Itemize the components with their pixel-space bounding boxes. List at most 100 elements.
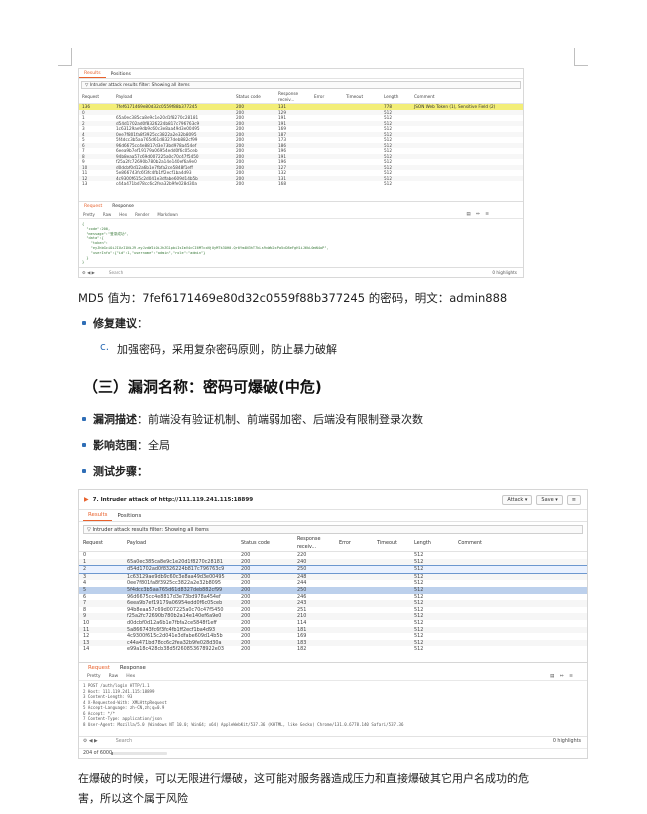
table-cell <box>373 646 410 653</box>
results-tabs: Results Positions <box>79 510 587 522</box>
table-row[interactable]: 7 6eea9b7ef19179a06954edd0f6c05ceb 200 243 5… <box>79 600 587 607</box>
column-header[interactable]: Response receiv... <box>293 535 335 552</box>
tab-response[interactable]: Response <box>107 204 139 209</box>
results-table-body: 0 200 220 512 1 65a0ec385ca8e9c1e20d1f8270c28… <box>79 552 587 653</box>
table-cell: 1 <box>79 558 123 566</box>
tab-hex[interactable]: Hex <box>122 674 139 679</box>
table-cell <box>373 565 410 574</box>
table-row[interactable]: 8 94b8eaa57c69d007225a0c70c47f5450 200 251 5… <box>79 607 587 614</box>
column-header[interactable]: Error <box>335 535 373 552</box>
column-header[interactable]: Comment <box>454 535 587 552</box>
collapse-arrow-icon[interactable]: ▶ <box>84 496 89 503</box>
results-table-header: Request Payload Status code Response receiv… <box>79 91 523 104</box>
table-cell <box>335 646 373 653</box>
table-row[interactable]: 13 c44a471bd78cc6c2fea32b9fe028d30a 200 168… <box>79 181 523 187</box>
tab-raw[interactable]: Raw <box>105 674 123 679</box>
column-header[interactable]: Response receiv... <box>275 91 311 104</box>
column-header[interactable]: Comment <box>411 91 523 104</box>
tab-results[interactable]: Results <box>83 512 113 521</box>
attack-button[interactable]: Attack ▾ <box>502 495 533 505</box>
results-filter-bar[interactable]: ▽ Intruder attack results filter: Showin… <box>83 525 583 534</box>
column-header[interactable]: Status code <box>233 91 275 104</box>
table-cell: c44a471bd78cc6c2fea32b9fe028d30a <box>116 181 197 186</box>
column-header[interactable]: Request <box>79 535 123 552</box>
column-header[interactable]: Payload <box>113 91 233 104</box>
tab-render[interactable]: Render <box>131 212 153 217</box>
table-cell: 200 <box>241 646 251 653</box>
column-header[interactable]: Status code <box>237 535 293 552</box>
column-header[interactable]: Length <box>381 91 411 104</box>
burp-results-screenshot-1: Results Positions ▽ Intruder attack resu… <box>78 68 524 278</box>
view-toggle-icons[interactable]: ▤ ⇔ ≡ <box>546 674 579 679</box>
tab-response[interactable]: Response <box>115 665 151 671</box>
results-filter-bar[interactable]: ▽ Intruder attack results filter: Showin… <box>81 81 521 89</box>
column-header[interactable]: Length <box>410 535 454 552</box>
table-row[interactable]: 6 96d6675cc4e8817d3e73bd978a454ef 200 246 51… <box>79 594 587 601</box>
table-cell: 512 <box>414 646 424 653</box>
footer-line-2: 害，所以这个属于风险 <box>78 792 188 805</box>
highlights-count: 0 highlights <box>552 739 581 744</box>
bullet-marker <box>82 321 86 325</box>
table-cell <box>454 552 587 559</box>
table-cell: 200 <box>241 593 251 600</box>
bullet-marker <box>82 443 86 447</box>
table-row[interactable]: 2 d54d1702ad0f8326224b817c796763c9 200 250 5… <box>79 565 587 574</box>
column-header[interactable]: Request <box>79 91 113 104</box>
tab-raw[interactable]: Raw <box>99 212 115 217</box>
tab-pretty[interactable]: Pretty <box>83 674 105 679</box>
table-row[interactable]: 3 1c63129ae9db9c60c3e8aa49d3e00495 200 248 5… <box>79 573 587 581</box>
table-row[interactable]: 9 f25a2fc72690b780b2a14e140ef6a9e0 200 210 5… <box>79 613 587 620</box>
search-input[interactable]: Search <box>116 739 132 744</box>
settings-icon[interactable]: ⚙ ◀ ▶ <box>82 270 95 275</box>
table-cell: 2 <box>79 565 123 574</box>
tab-results[interactable]: Results <box>79 71 106 78</box>
bullet-marker <box>82 469 86 473</box>
results-table: Request Payload Status code Response receiv… <box>79 91 523 187</box>
table-row[interactable]: 5 5f4dcc3b5aa765d61d8327deb882cf99 200 250 5… <box>79 586 587 594</box>
tab-pretty[interactable]: Pretty <box>79 212 99 217</box>
tab-positions[interactable]: Positions <box>112 513 146 521</box>
table-row[interactable]: 4 0ee7f801fa8f3925cc3822a2e32b8095 200 244 5… <box>79 580 587 587</box>
save-button[interactable]: Save ▾ <box>536 495 563 505</box>
column-header[interactable]: Timeout <box>343 91 381 104</box>
table-cell <box>454 646 587 653</box>
table-row[interactable]: 14 e99a18c428cb38d5f260853678922e03 200 182… <box>79 646 587 653</box>
column-header[interactable]: Timeout <box>373 535 410 552</box>
page-corner-mark-left <box>58 48 72 66</box>
table-cell: 512 <box>414 593 424 600</box>
menu-button[interactable]: ≡ <box>566 495 581 505</box>
tab-hex[interactable]: Hex <box>115 212 131 217</box>
table-cell: 250 <box>293 565 335 574</box>
table-cell <box>373 558 410 566</box>
table-cell <box>311 181 343 187</box>
table-row[interactable]: 13 c44a471bd78cc6c2fea32b9fe028d30a 200 183… <box>79 639 587 647</box>
table-cell: 4c9300f615c2d041e3dfabe609d14b5b <box>127 633 223 640</box>
table-row[interactable]: 12 4c9300f615c2d041e3dfabe609d14b5b 200 169… <box>79 633 587 640</box>
column-header[interactable]: Payload <box>123 535 237 552</box>
search-input[interactable]: Search <box>109 270 123 275</box>
table-cell <box>454 613 587 620</box>
table-cell: 200 <box>237 600 293 607</box>
column-header[interactable]: Error <box>311 91 343 104</box>
tab-request[interactable]: Request <box>79 204 107 209</box>
tab-markdown[interactable]: Markdown <box>153 212 182 217</box>
table-cell: 169 <box>297 633 307 640</box>
table-cell: d54d1702ad0f8326224b817c796763c9 <box>123 565 237 574</box>
tab-positions[interactable]: Positions <box>106 72 136 78</box>
table-cell: 512 <box>410 626 454 634</box>
table-cell: 220 <box>297 552 307 558</box>
table-cell: 512 <box>410 600 454 607</box>
tab-request[interactable]: Request <box>83 665 115 671</box>
table-row[interactable]: 11 5a866743fc6f3fc4fb1ff2ecf1ba4d93 200 181… <box>79 626 587 634</box>
table-row[interactable]: 0 200 220 512 <box>79 552 587 559</box>
table-row[interactable]: 10 d0dcbf0d12a6b1e7fbfa2ce5848f1eff 200 114… <box>79 620 587 627</box>
table-cell: 200 <box>241 619 251 626</box>
view-toggle-icons[interactable]: ▤ ⇔ ≡ <box>462 212 495 217</box>
table-row[interactable]: 1 65a0ec385ca8e9c1e20d1f8270c28181 200 240 5… <box>79 558 587 566</box>
settings-icon[interactable]: ⚙ ◀ ▶ <box>83 739 98 744</box>
table-cell: 243 <box>293 600 335 607</box>
table-cell <box>373 626 410 634</box>
footer-line-1: 在爆破的时候，可以无限进行爆破，这可能对服务器造成压力和直接爆破其它用户名成功的… <box>78 772 529 785</box>
table-cell: 13 <box>82 181 88 186</box>
table-cell <box>454 580 587 587</box>
